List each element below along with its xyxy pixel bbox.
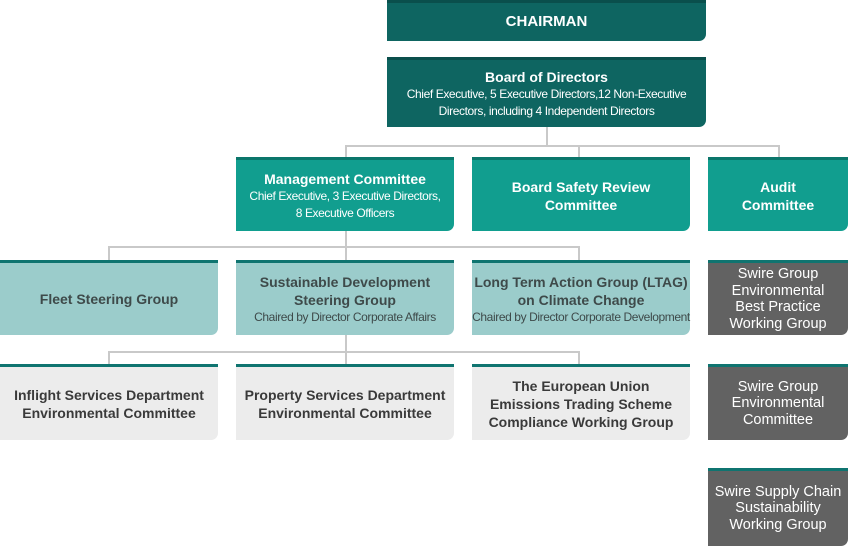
property-title-line2: Environmental Committee [258, 404, 432, 421]
safety-title-line2: Committee [544, 196, 618, 213]
management-committee-box[interactable]: Management Committee Chief Executive, 3 … [236, 157, 454, 231]
connector-departments-horizontal [108, 351, 580, 353]
swire-best-line3: Best Practice [735, 299, 821, 315]
swire-supply-line1: Swire Supply Chain [714, 483, 842, 500]
board-safety-review-box[interactable]: Board Safety Review Committee [472, 157, 690, 231]
sustainable-title-line2: Steering Group [294, 291, 396, 308]
board-members-line1: Chief Executive, 5 Executive Directors,1… [406, 86, 687, 101]
fleet-steering-group-box[interactable]: Fleet Steering Group [0, 260, 218, 335]
audit-committee-box[interactable]: Audit Committee [708, 157, 848, 231]
swire-best-line2: Environmental [731, 282, 825, 299]
swire-supply-line2: Sustainability [735, 500, 821, 517]
swire-env-line1: Swire Group [737, 378, 819, 395]
connector-management-drop [345, 145, 347, 157]
connector-sustainable-to-departments [345, 334, 347, 352]
inflight-title-line2: Environmental Committee [22, 404, 196, 421]
swire-env-line3: Committee [742, 411, 814, 428]
property-services-box[interactable]: Property Services Department Environment… [236, 364, 454, 440]
chairman-title: CHAIRMAN [505, 13, 588, 30]
management-members-line2: 8 Executive Officers [295, 205, 395, 220]
connector-audit-drop [778, 145, 780, 157]
fleet-title: Fleet Steering Group [39, 291, 179, 307]
connector-ltag-drop [578, 246, 580, 260]
connector-sustainable-drop [345, 246, 347, 260]
chairman-box[interactable]: CHAIRMAN [387, 0, 706, 41]
connector-management-to-groups [345, 230, 347, 247]
ltag-chair: Chaired by Director Corporate Developmen… [472, 309, 690, 324]
connector-inflight-drop [108, 351, 110, 364]
inflight-title-line1: Inflight Services Department [14, 386, 204, 403]
sustainable-chair: Chaired by Director Corporate Affairs [254, 309, 436, 324]
euets-title-line1: The European Union [512, 377, 650, 394]
swire-supply-chain-box[interactable]: Swire Supply Chain Sustainability Workin… [708, 468, 848, 546]
connector-groups-horizontal [108, 246, 580, 248]
connector-committees-horizontal [345, 145, 780, 147]
property-title-line1: Property Services Department [244, 386, 446, 403]
sustainable-title-line1: Sustainable Development [259, 273, 431, 290]
ltag-title-line2: on Climate Change [517, 291, 645, 308]
swire-best-line4: Working Group [729, 315, 827, 332]
inflight-services-box[interactable]: Inflight Services Department Environment… [0, 364, 218, 440]
connector-fleet-drop [108, 246, 110, 260]
swire-environmental-committee-box[interactable]: Swire Group Environmental Committee [708, 364, 848, 440]
management-members-line1: Chief Executive, 3 Executive Directors, [249, 188, 441, 203]
management-title: Management Committee [264, 170, 426, 187]
euets-title-line2: Emissions Trading Scheme [489, 395, 673, 412]
audit-title-line2: Committee [741, 196, 815, 213]
connector-property-drop [345, 351, 347, 364]
ltag-title-line1: Long Term Action Group (LTAG) [474, 273, 688, 290]
audit-title-line1: Audit [760, 178, 796, 195]
safety-title-line1: Board Safety Review [511, 178, 651, 195]
eu-ets-box[interactable]: The European Union Emissions Trading Sch… [472, 364, 690, 440]
swire-best-practice-box[interactable]: Swire Group Environmental Best Practice … [708, 260, 848, 335]
sustainable-development-box[interactable]: Sustainable Development Steering Group C… [236, 260, 454, 335]
connector-euets-drop [578, 351, 580, 364]
euets-title-line3: Compliance Working Group [488, 413, 674, 430]
board-title: Board of Directors [485, 68, 608, 85]
board-members-line2: Directors, including 4 Independent Direc… [438, 103, 655, 118]
swire-env-line2: Environmental [731, 395, 825, 412]
connector-board-to-committees [546, 126, 548, 146]
ltag-box[interactable]: Long Term Action Group (LTAG) on Climate… [472, 260, 690, 335]
board-of-directors-box[interactable]: Board of Directors Chief Executive, 5 Ex… [387, 57, 706, 127]
connector-safety-drop [578, 145, 580, 157]
swire-best-line1: Swire Group [737, 266, 819, 282]
swire-supply-line3: Working Group [729, 516, 827, 533]
